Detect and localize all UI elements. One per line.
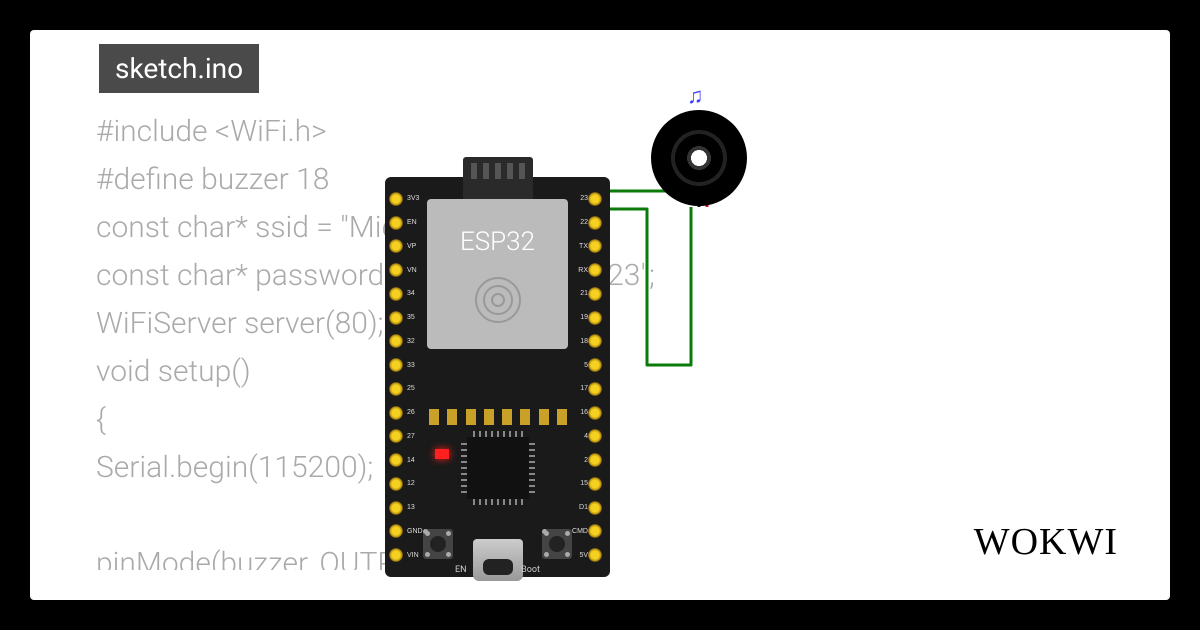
chip-label: ESP32 xyxy=(427,227,568,257)
micro-usb-port xyxy=(473,539,523,581)
buzzer-component[interactable] xyxy=(651,110,747,206)
usb-serial-chip xyxy=(467,437,529,499)
file-tab-label: sketch.ino xyxy=(115,52,243,85)
wokwi-logo: WOKWI xyxy=(974,520,1118,564)
en-button[interactable] xyxy=(423,529,453,559)
pin-labels-right: 2322TXRX211918517164215D1CMD5V xyxy=(568,187,588,567)
circuit-canvas[interactable]: 3V3ENVPVN34353233252627141213GNDVIN 2322… xyxy=(385,155,785,585)
pin-header-left xyxy=(389,187,407,567)
music-note-icon: ♫ xyxy=(687,83,704,109)
en-button-label: EN xyxy=(455,565,467,575)
rf-shield: ESP32 xyxy=(427,199,568,349)
editor-card: sketch.ino #include <WiFi.h> #define buz… xyxy=(30,30,1170,600)
file-tab[interactable]: sketch.ino xyxy=(99,44,259,93)
boot-button-label: Boot xyxy=(521,565,540,575)
esp32-board[interactable]: 3V3ENVPVN34353233252627141213GNDVIN 2322… xyxy=(385,177,610,577)
smd-components xyxy=(429,409,567,427)
boot-button[interactable] xyxy=(542,529,572,559)
pin-labels-left: 3V3ENVPVN34353233252627141213GNDVIN xyxy=(407,187,427,567)
antenna xyxy=(463,157,533,199)
power-led-icon xyxy=(435,449,449,459)
espressif-logo-icon xyxy=(475,277,521,323)
pin-header-right xyxy=(588,187,606,567)
